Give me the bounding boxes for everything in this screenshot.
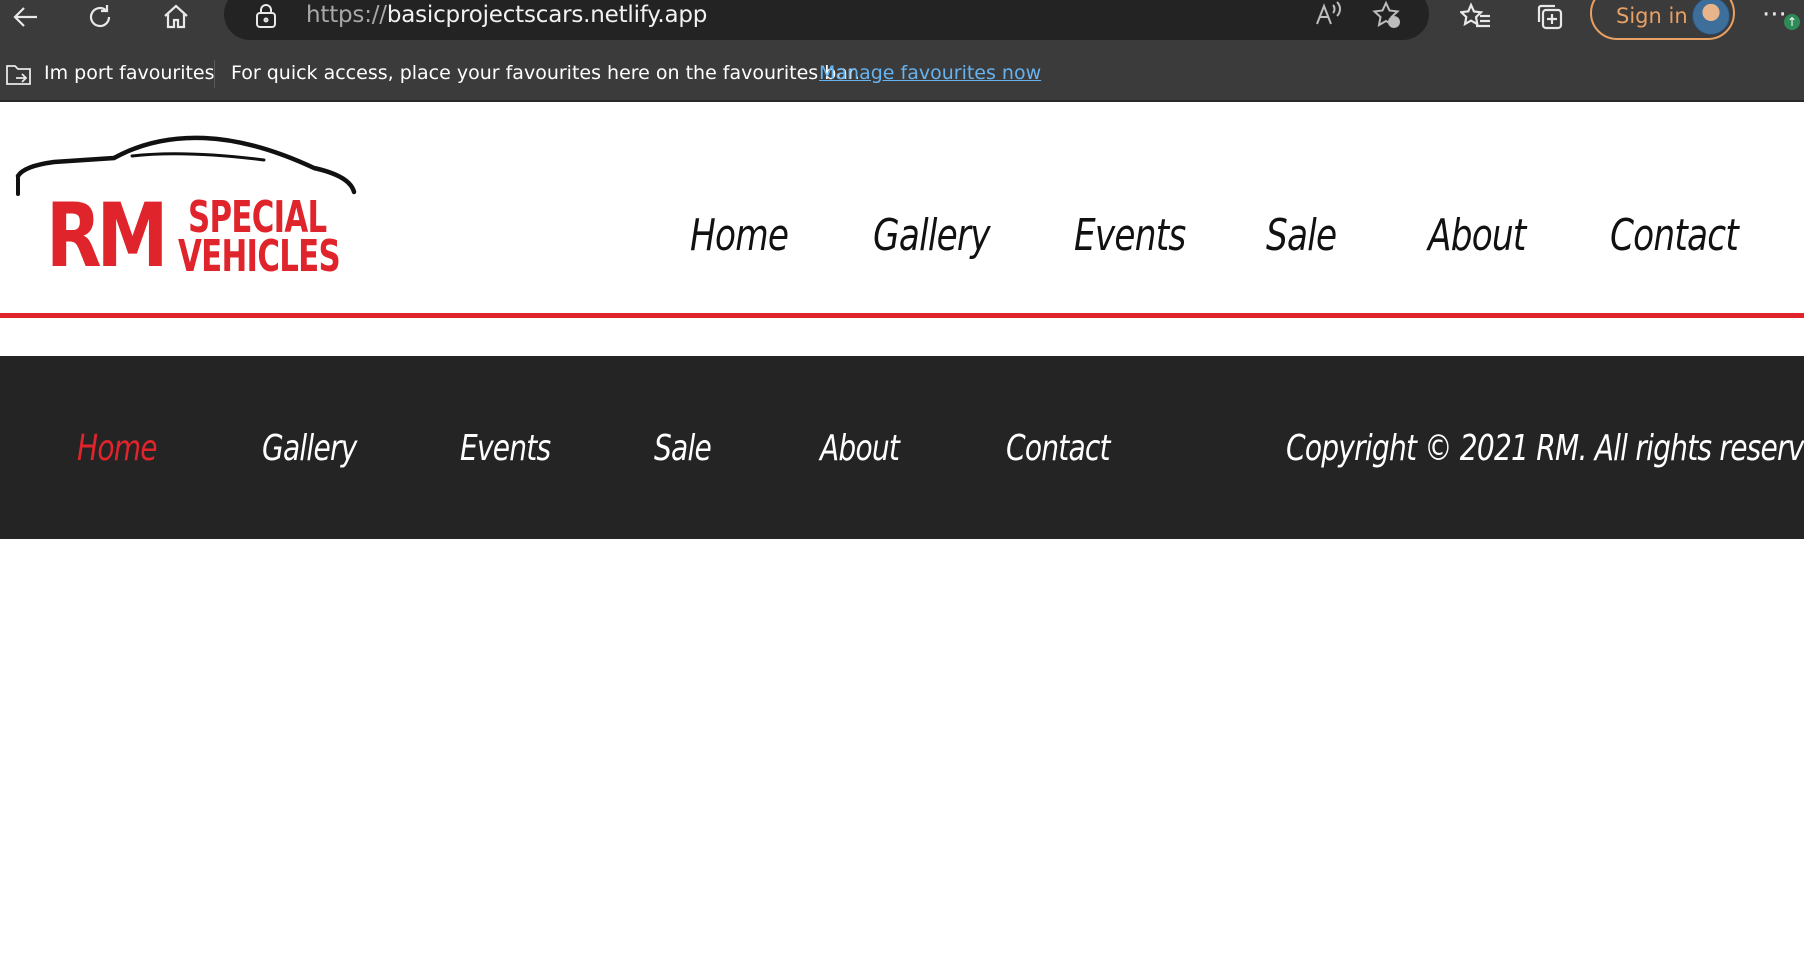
collections-icon [1537,4,1563,30]
back-arrow-icon [13,7,37,27]
lock-icon [254,3,278,33]
back-button[interactable] [6,0,46,34]
import-favourites-icon[interactable] [4,60,34,93]
manage-favourites-link[interactable]: Manage favourites now [819,62,1041,84]
footer-home-link[interactable]: Home [77,428,158,469]
add-favourite-star-icon[interactable] [1372,0,1402,34]
favourites-divider [214,60,215,88]
favourites-bar: Im port favourites For quick access, pla… [0,50,1804,102]
nav-sale-link[interactable]: Sale [1266,210,1337,261]
nav-events-link[interactable]: Events [1074,210,1186,261]
refresh-button[interactable] [80,0,120,34]
more-icon: ··· [1762,0,1787,30]
address-bar[interactable]: https://basicprojectscars.netlify.app [224,0,1429,40]
url-scheme: https:// [306,2,387,28]
browser-toolbar: https://basicprojectscars.netlify.app Si… [0,0,1804,50]
footer-sale-link[interactable]: Sale [654,428,712,469]
site-header: RM SPECIAL VEHICLES Home Gallery Events … [0,102,1804,318]
import-favourites-button[interactable]: Im port favourites [44,62,215,84]
favourites-button[interactable] [1456,0,1496,34]
sign-in-button[interactable]: Sign in [1590,0,1735,40]
nav-contact-link[interactable]: Contact [1610,210,1739,261]
nav-gallery-link[interactable]: Gallery [873,210,991,261]
url-host: basicprojectscars.netlify.app [386,2,708,28]
footer-gallery-link[interactable]: Gallery [262,428,357,469]
avatar [1692,0,1730,35]
refresh-icon [89,5,111,28]
url-text[interactable]: https://basicprojectscars.netlify.app [306,2,707,28]
footer-contact-link[interactable]: Contact [1006,428,1111,469]
home-icon [164,4,188,29]
sign-in-label: Sign in [1616,4,1688,28]
footer-events-link[interactable]: Events [460,428,551,469]
collections-button[interactable] [1530,0,1570,34]
update-badge-icon: ↑ [1784,14,1800,30]
favourites-list-icon [1460,2,1490,28]
main-nav: Home Gallery Events Sale About Contact [0,210,1804,270]
copyright-text: Copyright © 2021 RM. All rights reserved… [1286,428,1804,469]
footer-about-link[interactable]: About [820,428,900,469]
home-button[interactable] [156,0,196,34]
site-footer: Home Gallery Events Sale About Contact C… [0,356,1804,539]
read-aloud-icon[interactable] [1314,0,1344,32]
favourites-bar-message: For quick access, place your favourites … [231,62,861,84]
nav-home-link[interactable]: Home [690,210,789,261]
nav-about-link[interactable]: About [1428,210,1526,261]
